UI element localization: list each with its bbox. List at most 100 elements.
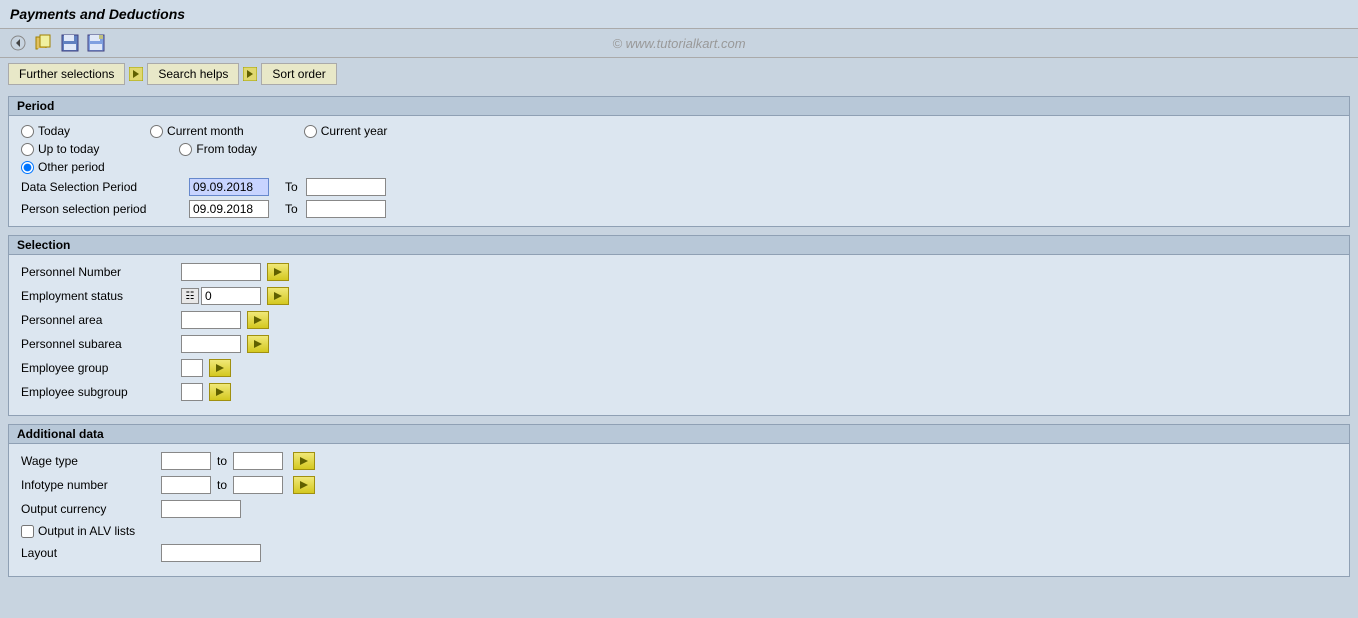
save-icon[interactable] — [60, 33, 80, 53]
infotype-number-row: Infotype number to — [21, 476, 1337, 494]
wage-type-arrow[interactable] — [293, 452, 315, 470]
selection-header: Selection — [9, 236, 1349, 255]
radio-from-today[interactable]: From today — [179, 142, 257, 156]
personnel-number-input[interactable] — [181, 263, 261, 281]
forward-icon[interactable] — [34, 33, 54, 53]
period-row-2: Up to today From today — [21, 142, 1337, 156]
person-selection-to-input[interactable] — [306, 200, 386, 218]
employee-group-arrow[interactable] — [209, 359, 231, 377]
personnel-area-input[interactable] — [181, 311, 241, 329]
period-header: Period — [9, 97, 1349, 116]
other-period-label: Other period — [38, 160, 105, 174]
infotype-number-from-input[interactable] — [161, 476, 211, 494]
infotype-number-label: Infotype number — [21, 478, 161, 492]
period-row-3: Other period — [21, 160, 1337, 174]
radio-current-year-input[interactable] — [304, 125, 317, 138]
period-row-1: Today Current month Current year — [21, 124, 1337, 138]
infotype-number-to-label: to — [217, 478, 227, 492]
radio-today-input[interactable] — [21, 125, 34, 138]
employment-status-arrow[interactable] — [267, 287, 289, 305]
wage-type-to-input[interactable] — [233, 452, 283, 470]
employee-subgroup-input[interactable] — [181, 383, 203, 401]
employment-status-row: Employment status ☷ — [21, 287, 1337, 305]
person-selection-to-label: To — [285, 202, 298, 216]
personnel-number-arrow[interactable] — [267, 263, 289, 281]
radio-today[interactable]: Today — [21, 124, 70, 138]
employee-group-input[interactable] — [181, 359, 203, 377]
radio-current-month-input[interactable] — [150, 125, 163, 138]
radio-current-month[interactable]: Current month — [150, 124, 244, 138]
data-selection-to-input[interactable] — [306, 178, 386, 196]
wage-type-label: Wage type — [21, 454, 161, 468]
data-selection-from-input[interactable] — [189, 178, 269, 196]
radio-up-to-today-input[interactable] — [21, 143, 34, 156]
sort-order-label: Sort order — [272, 67, 325, 81]
period-section: Period Today Current month Current year — [8, 96, 1350, 227]
personnel-area-row: Personnel area — [21, 311, 1337, 329]
tab-sort-order[interactable]: Sort order — [261, 63, 336, 85]
toolbar: © www.tutorialkart.com — [0, 29, 1358, 58]
selection-body: Personnel Number Employment status ☷ Per… — [9, 255, 1349, 415]
tab-arrow-1 — [129, 67, 143, 81]
output-currency-label: Output currency — [21, 502, 161, 516]
layout-row: Layout — [21, 544, 1337, 562]
additional-data-header: Additional data — [9, 425, 1349, 444]
wage-type-from-input[interactable] — [161, 452, 211, 470]
personnel-area-arrow[interactable] — [247, 311, 269, 329]
data-selection-to-label: To — [285, 180, 298, 194]
employment-status-label: Employment status — [21, 289, 181, 303]
current-year-label: Current year — [321, 124, 388, 138]
search-helps-label: Search helps — [158, 67, 228, 81]
local-save-icon[interactable] — [86, 33, 106, 53]
alv-label: Output in ALV lists — [38, 524, 135, 538]
person-selection-row: Person selection period To — [21, 200, 1337, 218]
data-selection-row: Data Selection Period To — [21, 178, 1337, 196]
personnel-number-row: Personnel Number — [21, 263, 1337, 281]
infotype-number-arrow[interactable] — [293, 476, 315, 494]
further-selections-label: Further selections — [19, 67, 114, 81]
tab-further-selections[interactable]: Further selections — [8, 63, 125, 85]
tabs-bar: Further selections Search helps Sort ord… — [0, 58, 1358, 90]
radio-up-to-today[interactable]: Up to today — [21, 142, 99, 156]
wage-type-row: Wage type to — [21, 452, 1337, 470]
employment-status-icon[interactable]: ☷ — [181, 288, 199, 304]
output-currency-input[interactable] — [161, 500, 241, 518]
period-body: Today Current month Current year Up to t… — [9, 116, 1349, 226]
main-content: Period Today Current month Current year — [0, 90, 1358, 591]
infotype-number-to-input[interactable] — [233, 476, 283, 494]
person-selection-label: Person selection period — [21, 202, 181, 216]
selection-section: Selection Personnel Number Employment st… — [8, 235, 1350, 416]
employee-subgroup-label: Employee subgroup — [21, 385, 181, 399]
personnel-subarea-row: Personnel subarea — [21, 335, 1337, 353]
radio-other-period-input[interactable] — [21, 161, 34, 174]
employee-group-row: Employee group — [21, 359, 1337, 377]
alv-row: Output in ALV lists — [21, 524, 1337, 538]
output-currency-row: Output currency — [21, 500, 1337, 518]
wage-type-to-label: to — [217, 454, 227, 468]
radio-from-today-input[interactable] — [179, 143, 192, 156]
employee-subgroup-row: Employee subgroup — [21, 383, 1337, 401]
person-selection-from-input[interactable] — [189, 200, 269, 218]
additional-data-section: Additional data Wage type to Infotype nu… — [8, 424, 1350, 577]
back-icon[interactable] — [8, 33, 28, 53]
current-month-label: Current month — [167, 124, 244, 138]
radio-current-year[interactable]: Current year — [304, 124, 388, 138]
personnel-subarea-arrow[interactable] — [247, 335, 269, 353]
radio-other-period[interactable]: Other period — [21, 160, 105, 174]
tab-search-helps[interactable]: Search helps — [147, 63, 239, 85]
personnel-subarea-input[interactable] — [181, 335, 241, 353]
title-bar: Payments and Deductions — [0, 0, 1358, 29]
watermark: © www.tutorialkart.com — [612, 36, 745, 51]
employee-subgroup-arrow[interactable] — [209, 383, 231, 401]
employment-status-input[interactable] — [201, 287, 261, 305]
tab-arrow-2 — [243, 67, 257, 81]
page-title: Payments and Deductions — [10, 6, 185, 22]
alv-checkbox[interactable] — [21, 525, 34, 538]
data-selection-label: Data Selection Period — [21, 180, 181, 194]
personnel-area-label: Personnel area — [21, 313, 181, 327]
today-label: Today — [38, 124, 70, 138]
additional-data-body: Wage type to Infotype number to — [9, 444, 1349, 576]
from-today-label: From today — [196, 142, 257, 156]
employee-group-label: Employee group — [21, 361, 181, 375]
layout-input[interactable] — [161, 544, 261, 562]
